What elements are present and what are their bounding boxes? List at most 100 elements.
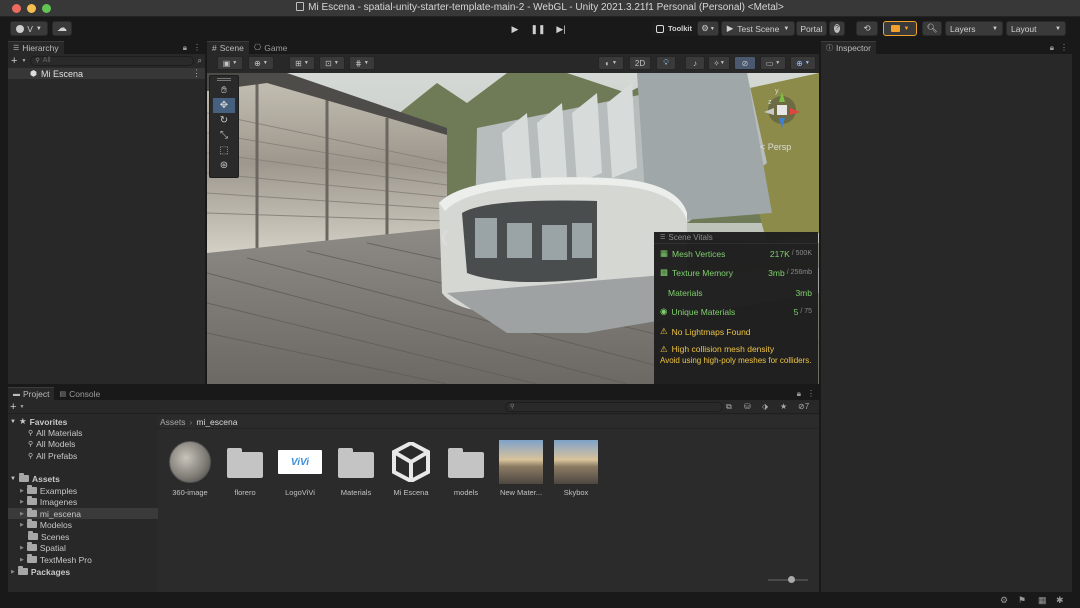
chevron-down-icon: ▼ — [992, 25, 998, 32]
asset-skybox[interactable]: Skybox — [550, 440, 602, 497]
history-button[interactable]: ⟲ — [856, 21, 878, 36]
asset-materials[interactable]: Materials — [330, 440, 382, 497]
breadcrumb-assets[interactable]: Assets — [160, 417, 186, 427]
asset-logovivi[interactable]: ViVi LogoViVi — [274, 440, 326, 497]
scene-row[interactable]: ⬢ Mi Escena ⋮ — [8, 68, 205, 79]
rect-tool-button[interactable]: ⬚ — [210, 143, 238, 158]
move-tool-button[interactable]: ✥ — [213, 98, 235, 113]
tab-console[interactable]: ▤ Console — [54, 387, 106, 400]
transform-tool-button[interactable]: ⊛ — [210, 158, 238, 173]
favorites-header[interactable]: ▼ ★ Favorites — [8, 416, 164, 427]
lock-icon[interactable]: 🔒︎ — [797, 389, 801, 399]
collab-button[interactable]: ▼ — [883, 21, 917, 36]
asset-mi-escena[interactable]: Mi Escena — [385, 440, 437, 497]
info-icon: ⓘ — [826, 45, 833, 52]
folder-imagenes[interactable]: ▶ Imagenes — [8, 496, 164, 507]
cloud-button[interactable]: ☁ — [52, 21, 72, 36]
scene-viewport[interactable]: z y < Persp ✋︎ ✥ ↻ ⤡ ⬚ ⊛ ☰ Scene Vitals … — [207, 73, 819, 384]
more-icon[interactable]: ⋮ — [192, 68, 201, 79]
favorite-all-materials[interactable]: ⚲ All Materials — [8, 427, 164, 438]
snap-increment-dropdown[interactable]: ⋕ ▼ — [349, 56, 375, 70]
tab-game[interactable]: ⎔ Game — [248, 41, 293, 54]
folder-modelos[interactable]: ▶ Modelos — [8, 519, 164, 530]
tab-inspector[interactable]: ⓘ Inspector — [821, 41, 876, 54]
filter-label-icon[interactable]: ⛁ — [744, 402, 751, 411]
tab-hierarchy[interactable]: ☰ Hierarchy — [8, 41, 64, 54]
grid-icon[interactable]: ▦ — [1038, 595, 1047, 606]
audio-icon: ♪ — [693, 58, 697, 68]
mode-2d-toggle[interactable]: 2D — [629, 56, 651, 70]
pause-button[interactable]: ❚❚ — [528, 22, 548, 36]
layout-dropdown[interactable]: Layout ▼ — [1006, 21, 1066, 36]
step-button[interactable]: ▶| — [551, 22, 571, 36]
toolkit-settings-dropdown[interactable]: ⚙ ▼ — [697, 21, 719, 36]
add-button[interactable]: + — [11, 55, 17, 67]
folder-spatial[interactable]: ▶ Spatial — [8, 542, 164, 553]
lighting-toggle[interactable]: 💡︎ — [656, 56, 676, 70]
draw-mode-dropdown[interactable]: ▣ ▼ — [217, 56, 243, 70]
test-scene-button[interactable]: ▶ Test Scene ▼ — [721, 21, 795, 36]
asset-models[interactable]: models — [440, 440, 492, 497]
tag-icon[interactable]: ⬗ — [762, 402, 768, 411]
global-dropdown[interactable]: ⊕ ▼ — [248, 56, 274, 70]
audio-toggle[interactable]: ♪ — [685, 56, 705, 70]
visibility-toggle[interactable]: ⊘ — [734, 56, 756, 70]
zoom-slider[interactable] — [768, 576, 808, 583]
folder-textmesh-pro[interactable]: ▶ TextMesh Pro — [8, 554, 164, 565]
layers-dropdown[interactable]: Layers ▼ — [945, 21, 1003, 36]
effects-dropdown[interactable]: ✧ ▼ — [708, 56, 730, 70]
shading-mode-dropdown[interactable]: ◐ ▼ — [598, 56, 624, 70]
zoom-slider-handle[interactable] — [788, 576, 795, 583]
hierarchy-search[interactable]: ⚲ All — [30, 55, 194, 66]
folder-scenes[interactable]: Scenes — [8, 531, 164, 542]
portal-button[interactable]: Portal — [796, 21, 827, 36]
hand-tool-button[interactable]: ✋︎ — [210, 83, 238, 98]
filter-icon[interactable]: ⌕ — [198, 56, 202, 66]
persp-label[interactable]: < Persp — [760, 142, 791, 152]
rotate-tool-button[interactable]: ↻ — [210, 113, 238, 128]
favorite-all-prefabs[interactable]: ⚲ All Prefabs — [8, 450, 164, 461]
window-title: Mi Escena - spatial-unity-starter-templa… — [0, 2, 1080, 13]
asset-new-material[interactable]: New Mater... — [495, 440, 547, 497]
folder-mi-escena[interactable]: ▶ mi_escena — [8, 508, 164, 519]
favorite-all-models[interactable]: ⚲ All Models — [8, 438, 164, 449]
lock-icon[interactable]: 🔒︎ — [1050, 43, 1054, 53]
grid-dropdown[interactable]: ⊡ ▼ — [319, 56, 345, 70]
star-icon[interactable]: ★ — [780, 402, 787, 411]
packages-root[interactable]: ▶ Packages — [8, 566, 164, 577]
bug-icon[interactable]: ✱ — [1056, 595, 1064, 606]
scale-tool-button[interactable]: ⤡ — [210, 128, 238, 143]
help-button[interactable]: ? — [829, 21, 845, 36]
asset-florero[interactable]: florero — [219, 440, 271, 497]
play-button[interactable]: ▶ — [505, 22, 525, 36]
folder-icon — [26, 485, 37, 494]
lock-icon[interactable]: 🔒︎ — [183, 43, 187, 53]
breadcrumb-mi-escena[interactable]: mi_escena — [196, 417, 237, 427]
grid-snapping-dropdown[interactable]: ⊞ ▼ — [289, 56, 315, 70]
add-asset-button[interactable]: + — [10, 401, 16, 413]
progress-icon[interactable]: ⚙ — [1000, 595, 1008, 606]
gizmos-dropdown[interactable]: ⊕ ▼ — [790, 56, 816, 70]
hidden-packages-toggle[interactable]: ⊘7 — [798, 402, 809, 411]
asset-360-image[interactable]: 360-image — [164, 440, 216, 497]
search-icon: ⚲ — [35, 58, 40, 64]
tab-project[interactable]: ▬ Project — [8, 387, 55, 400]
search-button[interactable]: 🔍︎ — [922, 21, 942, 36]
assets-root[interactable]: ▼ Assets — [8, 473, 164, 484]
more-icon[interactable]: ⋮ — [807, 389, 815, 398]
more-icon[interactable]: ⋮ — [1060, 43, 1068, 52]
folder-examples[interactable]: ▶ Examples — [8, 485, 164, 496]
project-search-input[interactable]: ⚲ — [505, 401, 723, 412]
debug-icon[interactable]: ⚑ — [1018, 595, 1026, 606]
filter-type-icon[interactable]: ⧉ — [726, 402, 732, 412]
chevron-down-icon[interactable]: ▼ — [19, 404, 24, 410]
camera-dropdown[interactable]: ▭ ▼ — [760, 56, 786, 70]
tab-scene[interactable]: # Scene — [207, 41, 249, 54]
account-dropdown[interactable]: V ▼ — [10, 21, 48, 36]
toolkit-button[interactable]: Toolkit — [652, 21, 696, 36]
unity-logo-icon: ⬢ — [30, 69, 37, 78]
console-icon: ▤ — [59, 390, 67, 398]
chevron-down-icon[interactable]: ▼ — [21, 58, 26, 64]
more-icon[interactable]: ⋮ — [193, 43, 201, 52]
folder-icon: ▬ — [13, 390, 20, 398]
